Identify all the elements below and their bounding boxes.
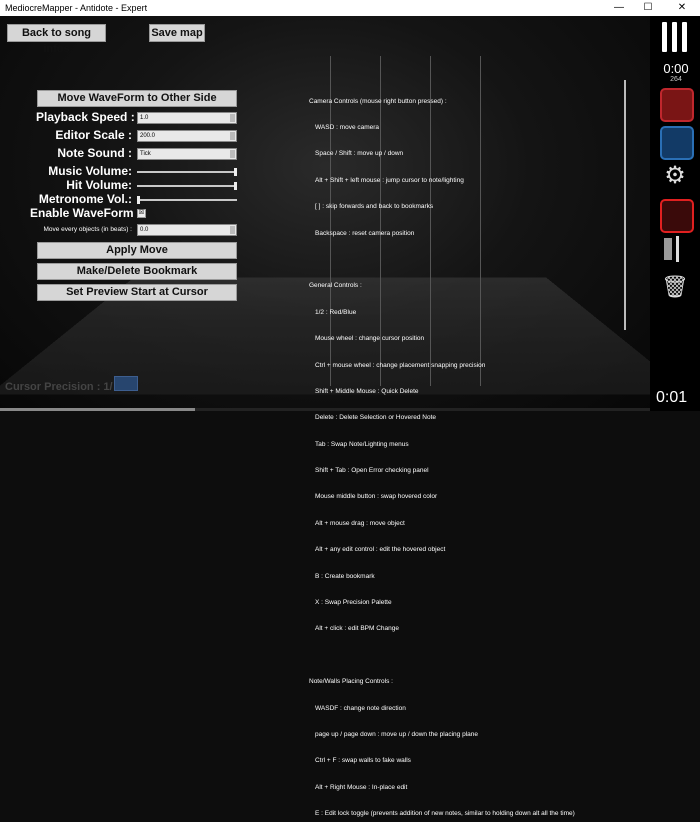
set-preview-button[interactable]: Set Preview Start at Cursor bbox=[37, 284, 237, 301]
metronome-volume-slider[interactable] bbox=[137, 196, 237, 204]
help-line: Shift + Tab : Open Error checking panel bbox=[315, 467, 429, 475]
close-button[interactable]: ✕ bbox=[668, 0, 696, 16]
back-to-song-infos-button[interactable]: Back to song infos bbox=[7, 24, 106, 55]
red-note-icon[interactable] bbox=[660, 88, 694, 122]
help-line: Shift + Middle Mouse : Quick Delete bbox=[315, 387, 419, 395]
cursor-precision-label: Cursor Precision : 1/ bbox=[5, 381, 113, 393]
editor-scale-label: Editor Scale : bbox=[55, 128, 132, 142]
apply-move-button[interactable]: Apply Move bbox=[37, 242, 237, 259]
help-line: Alt + mouse drag : move object bbox=[315, 519, 405, 527]
music-volume-slider[interactable] bbox=[137, 168, 237, 176]
help-line: Mouse wheel : change cursor position bbox=[315, 335, 425, 343]
maximize-button[interactable]: ☐ bbox=[634, 0, 662, 16]
minimize-button[interactable]: — bbox=[605, 0, 633, 16]
swap-icon[interactable] bbox=[660, 234, 690, 264]
resize-handle-icon bbox=[230, 132, 235, 140]
note-sound-select[interactable]: Tick bbox=[137, 148, 237, 160]
editor-scale-value: 200.0 bbox=[140, 133, 156, 139]
cursor-precision-input[interactable] bbox=[114, 376, 138, 391]
slider-thumb[interactable] bbox=[234, 182, 237, 190]
slider-thumb[interactable] bbox=[137, 196, 140, 204]
help-line: WASDF : change note direction bbox=[315, 704, 406, 712]
resize-handle-icon bbox=[230, 226, 235, 234]
music-volume-label: Music Volume: bbox=[48, 164, 132, 178]
help-line: [ ] : skip forwards and back to bookmark… bbox=[315, 203, 434, 211]
notes-controls-heading: Note/Walls Placing Controls : bbox=[309, 678, 393, 686]
help-line: Backspace : reset camera position bbox=[315, 229, 415, 237]
playback-speed-value: 1.0 bbox=[140, 115, 149, 121]
help-line: Tab : Swap Note/Lighting menus bbox=[315, 440, 409, 448]
help-line: Mouse middle button : swap hovered color bbox=[315, 493, 438, 501]
note-sound-label: Note Sound : bbox=[57, 146, 132, 160]
move-waveform-button[interactable]: Move WaveForm to Other Side bbox=[37, 90, 237, 107]
help-line: Delete : Delete Selection or Hovered Not… bbox=[315, 414, 437, 422]
general-controls-heading: General Controls : bbox=[309, 282, 362, 290]
bookmark-button[interactable]: Make/Delete Bookmark bbox=[37, 263, 237, 280]
help-line: WASD : move camera bbox=[315, 123, 380, 131]
note-sound-value: Tick bbox=[140, 151, 151, 157]
help-line: Alt + Shift + left mouse : jump cursor t… bbox=[315, 176, 464, 184]
help-line: Ctrl + mouse wheel : change placement sn… bbox=[315, 361, 486, 369]
editor-scale-field[interactable]: 200.0 bbox=[137, 130, 237, 142]
help-line: E : Edit lock toggle (prevents addition … bbox=[315, 810, 575, 818]
song-time-small: 0:00 bbox=[663, 61, 689, 76]
title-bar: MediocreMapper - Antidote - Expert — ☐ ✕ bbox=[0, 0, 700, 16]
blue-note-icon[interactable] bbox=[660, 126, 694, 160]
help-panel: Camera Controls (mouse right button pres… bbox=[309, 80, 629, 822]
help-line: B : Create bookmark bbox=[315, 572, 375, 580]
pause-icon[interactable] bbox=[662, 22, 667, 52]
playback-speed-field[interactable]: 1.0 bbox=[137, 112, 237, 124]
wall-icon[interactable] bbox=[660, 199, 694, 233]
metronome-volume-label: Metronome Vol.: bbox=[38, 192, 132, 206]
help-line: Alt + Right Mouse : In-place edit bbox=[315, 783, 408, 791]
right-panel: 0:00 264 ⚙ 🗑 bbox=[650, 16, 700, 411]
help-line: Alt + any edit control : edit the hovere… bbox=[315, 546, 446, 554]
help-line: Space / Shift : move up / down bbox=[315, 150, 404, 158]
move-objects-field[interactable]: 0.0 bbox=[137, 224, 237, 236]
resize-handle-icon bbox=[230, 114, 235, 122]
help-line: Ctrl + F : swap walls to fake walls bbox=[315, 757, 411, 765]
pause-icon[interactable] bbox=[672, 22, 677, 52]
help-scrollbar[interactable] bbox=[624, 80, 626, 330]
help-line: 1/2 : Red/Blue bbox=[315, 308, 357, 316]
enable-waveform-label: Enable WaveForm : bbox=[30, 206, 141, 220]
playback-speed-label: Playback Speed : bbox=[36, 110, 135, 124]
trash-icon[interactable]: 🗑 bbox=[660, 272, 690, 302]
hit-volume-slider[interactable] bbox=[137, 182, 237, 190]
move-objects-value: 0.0 bbox=[140, 227, 149, 233]
camera-controls-heading: Camera Controls (mouse right button pres… bbox=[309, 97, 447, 105]
move-objects-label: Move every objects (in beats) : bbox=[43, 226, 132, 233]
window-title: MediocreMapper - Antidote - Expert bbox=[5, 3, 148, 13]
help-line: page up / page down : move up / down the… bbox=[315, 730, 478, 738]
help-line: Alt + click : edit BPM Change bbox=[315, 625, 399, 633]
help-line: X : Swap Precision Palette bbox=[315, 599, 392, 607]
enable-waveform-checkbox[interactable]: ☒ bbox=[137, 209, 146, 218]
save-map-button[interactable]: Save map bbox=[149, 24, 205, 42]
object-count: 264 bbox=[670, 76, 682, 83]
pause-icon[interactable] bbox=[682, 22, 687, 52]
slider-thumb[interactable] bbox=[234, 168, 237, 176]
chevron-down-icon bbox=[230, 150, 235, 158]
hit-volume-label: Hit Volume: bbox=[66, 178, 132, 192]
song-time-big: 0:01 bbox=[656, 389, 688, 406]
gear-icon[interactable]: ⚙ bbox=[660, 161, 690, 191]
